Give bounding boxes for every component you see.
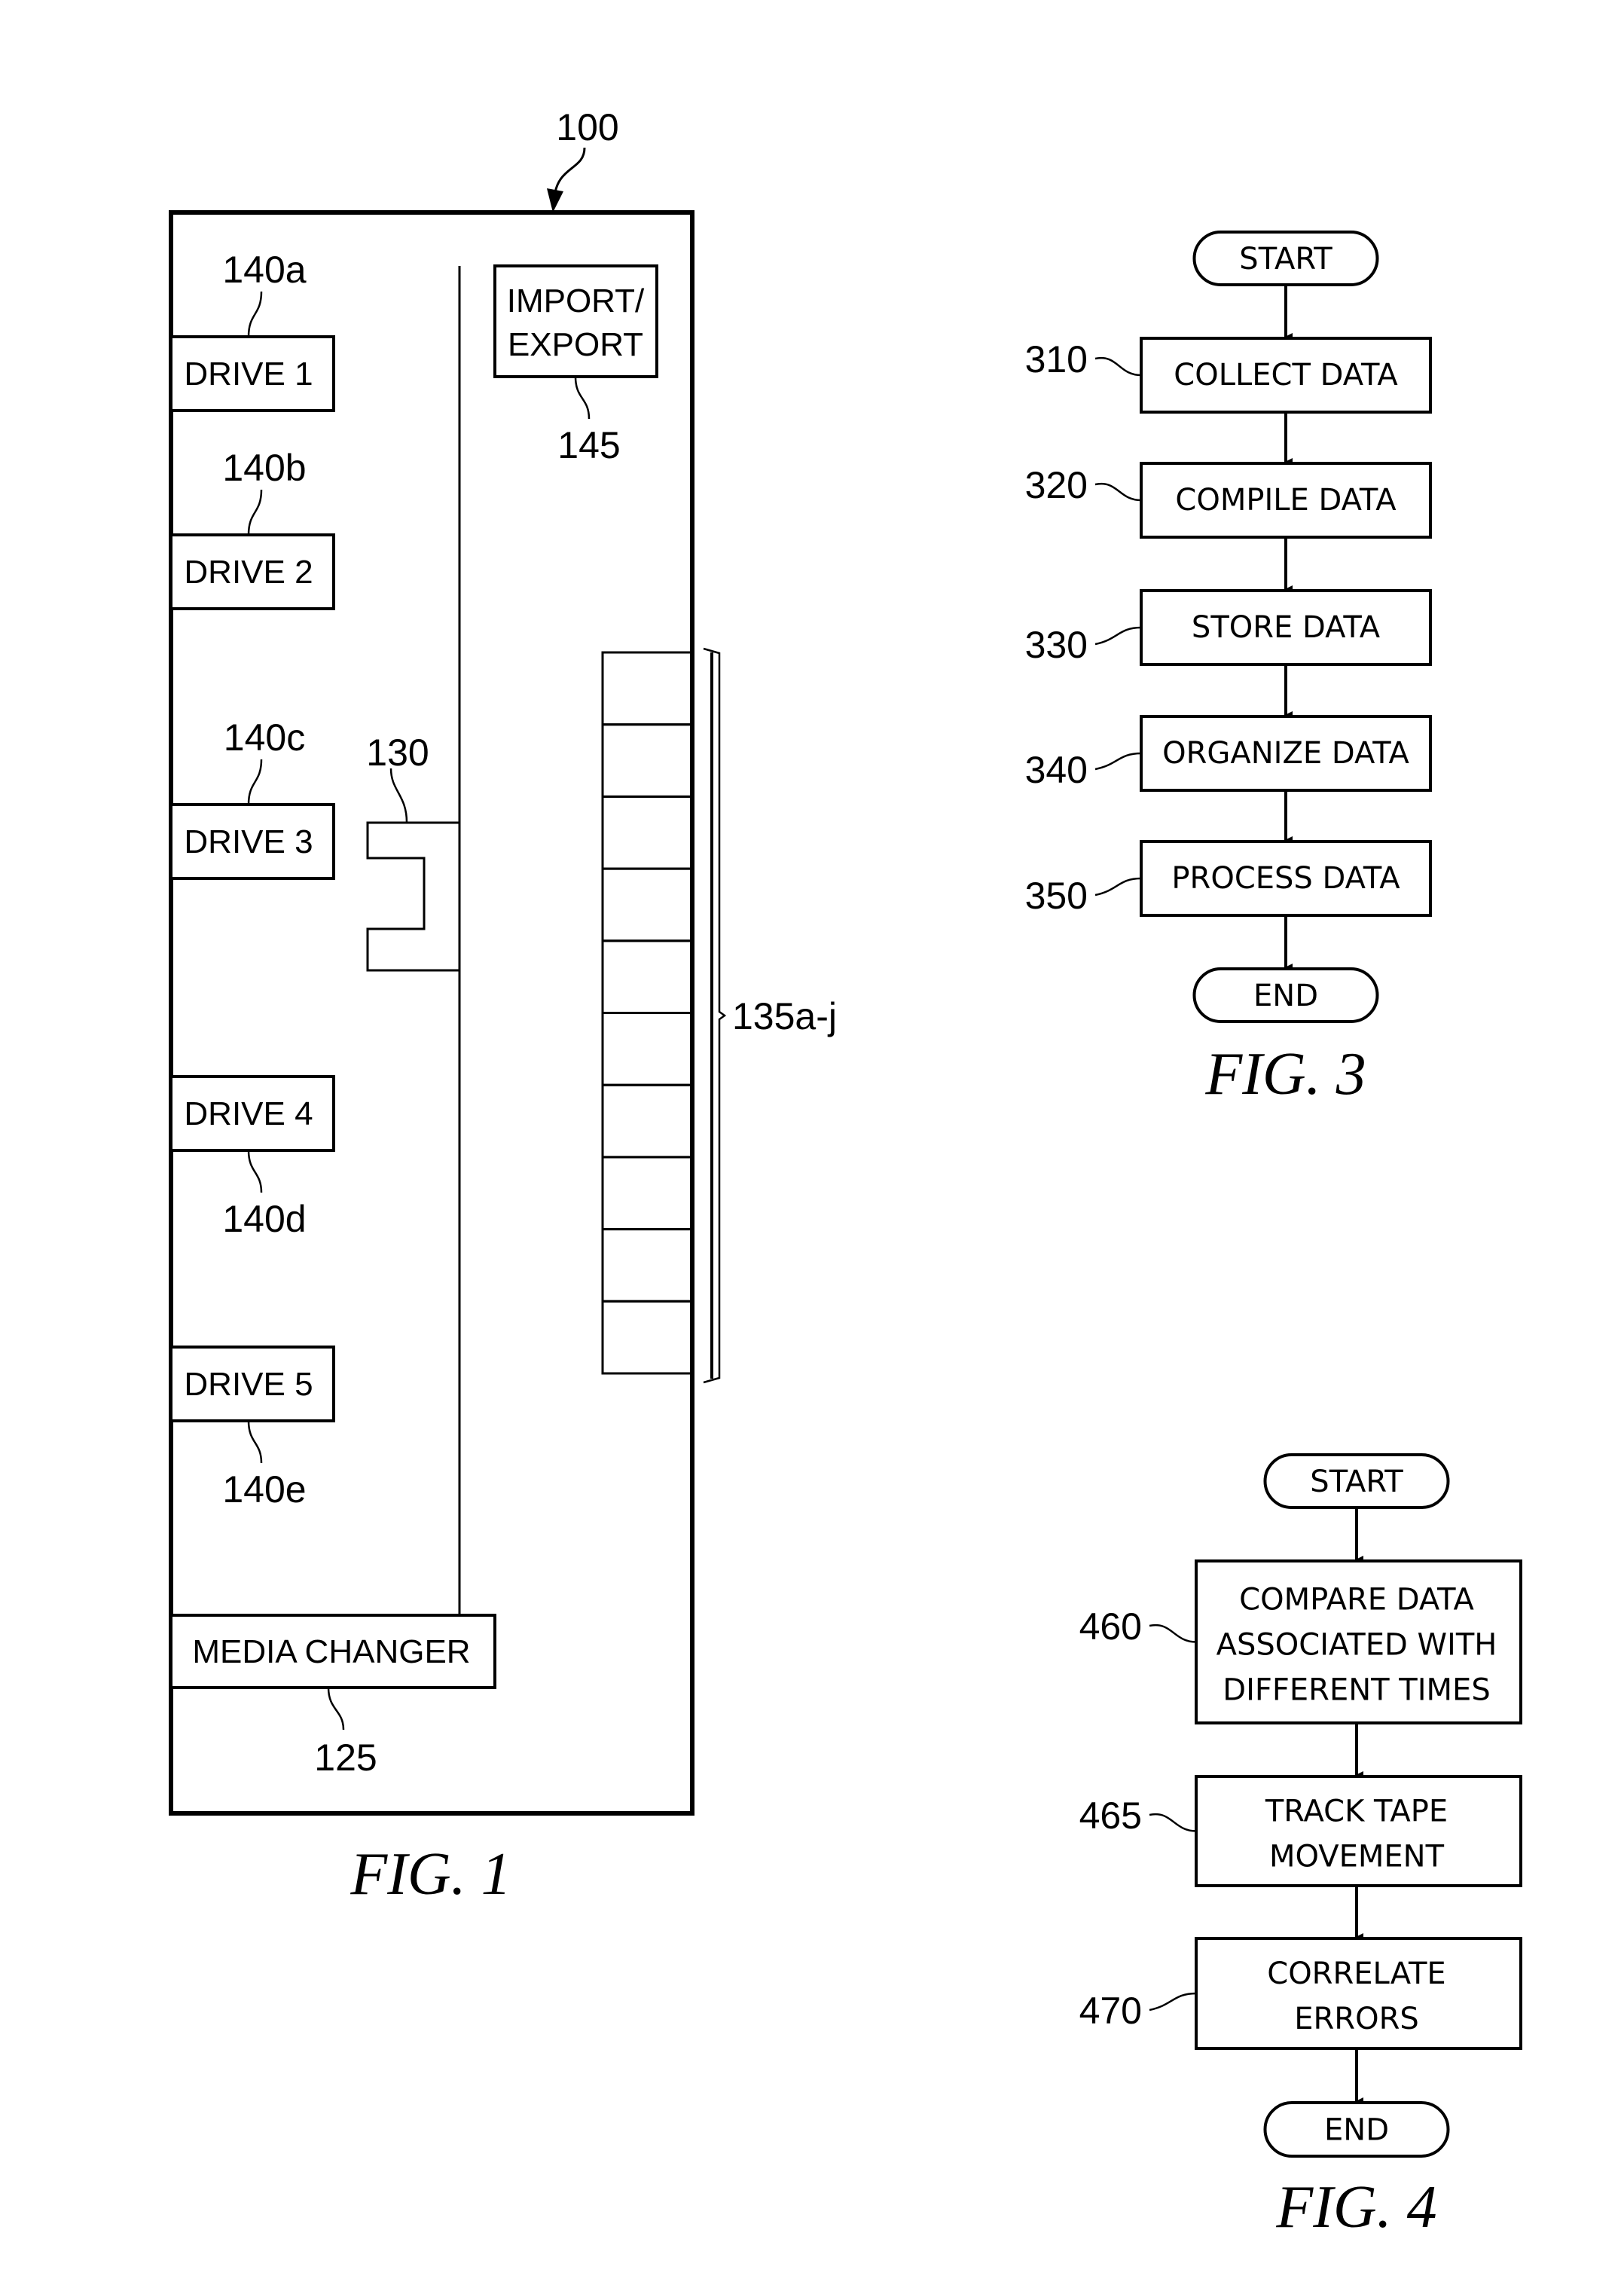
step-ref: 465 <box>1079 1795 1142 1837</box>
media-changer-label: MEDIA CHANGER <box>192 1633 470 1670</box>
step-text: ASSOCIATED WITH <box>1216 1627 1497 1662</box>
step-text: COMPARE DATA <box>1239 1582 1474 1617</box>
figure-4-caption: FIG. 4 <box>1275 2174 1436 2241</box>
step-leader <box>1094 356 1142 377</box>
flow-step-465: TRACK TAPE MOVEMENT 465 <box>1079 1775 1522 1887</box>
step-leader <box>1149 1813 1197 1832</box>
end-terminator: END <box>1263 2101 1450 2158</box>
drive-label: DRIVE 3 <box>184 823 313 860</box>
picker-ref: 130 <box>366 732 429 774</box>
step-leader <box>1094 482 1142 502</box>
step-ref: 310 <box>1025 338 1088 380</box>
drive-label: DRIVE 1 <box>184 356 313 393</box>
step-ref: 470 <box>1079 1990 1142 2032</box>
step-text: MOVEMENT <box>1269 1839 1445 1874</box>
start-terminator: START <box>1263 1453 1450 1509</box>
drive-ref: 140c <box>224 716 305 759</box>
flow-step-350: PROCESS DATA 350 <box>1025 840 1432 917</box>
import-export-label-line2: EXPORT <box>508 326 643 363</box>
drive-label: DRIVE 2 <box>184 554 313 591</box>
end-terminator-label: END <box>1253 979 1318 1013</box>
step-ref: 320 <box>1025 464 1088 506</box>
flow-step-320: COMPILE DATA 320 <box>1025 462 1432 539</box>
flow-step-330: STORE DATA 330 <box>1025 589 1432 666</box>
step-text: ERRORS <box>1294 2002 1419 2036</box>
flow-step-460: COMPARE DATA ASSOCIATED WITH DIFFERENT TIM… <box>1079 1559 1522 1724</box>
slots-bracket: 135a-j <box>703 647 837 1384</box>
step-text: STORE DATA <box>1192 610 1381 645</box>
media-changer-ref: 125 <box>314 1737 377 1779</box>
step-text: TRACK TAPE <box>1265 1794 1448 1828</box>
step-text: ORGANIZE DATA <box>1162 736 1409 771</box>
step-text: DIFFERENT TIMES <box>1223 1672 1490 1707</box>
step-leader <box>1149 1624 1197 1643</box>
step-leader <box>1094 752 1142 771</box>
step-text: COMPILE DATA <box>1175 483 1397 518</box>
step-text: CORRELATE <box>1267 1957 1445 1991</box>
drive-label: DRIVE 5 <box>184 1366 313 1403</box>
drive-ref: 140a <box>222 249 306 291</box>
start-terminator: START <box>1192 231 1379 286</box>
step-leader <box>1094 626 1142 646</box>
import-export-label-line1: IMPORT/ <box>507 283 645 319</box>
drive-ref: 140b <box>222 447 306 489</box>
end-terminator-label: END <box>1324 2113 1389 2148</box>
step-ref: 350 <box>1025 875 1088 917</box>
step-text: COLLECT DATA <box>1174 358 1398 393</box>
step-ref: 340 <box>1025 749 1088 791</box>
library-ref-arrow <box>553 147 586 198</box>
drive-label: DRIVE 4 <box>184 1095 313 1132</box>
step-ref: 330 <box>1025 624 1088 666</box>
library-ref-label: 100 <box>556 106 618 148</box>
figure-4-flowchart: START COMPARE DATA ASSOCIATED WITH DIFFEREN… <box>1079 1453 1522 2158</box>
end-terminator: END <box>1192 967 1379 1023</box>
import-export-ref: 145 <box>557 424 620 466</box>
library-ref-arrowhead <box>547 188 563 212</box>
flow-step-340: ORGANIZE DATA 340 <box>1025 715 1432 792</box>
start-terminator-label: START <box>1239 242 1332 276</box>
flow-step-470: CORRELATE ERRORS 470 <box>1079 1937 1522 2050</box>
drive-ref: 140e <box>222 1468 306 1511</box>
step-leader <box>1149 1992 1197 2011</box>
patent-drawing-sheet: 100 IMPORT/ EXPORT 145 DRIVE 1 140a DRIVE … <box>169 106 1522 2241</box>
drive-ref: 140d <box>222 1198 306 1240</box>
step-text: PROCESS DATA <box>1171 861 1400 896</box>
figure-1-tape-library: 100 IMPORT/ EXPORT 145 DRIVE 1 140a DRIVE … <box>169 106 837 1908</box>
slots-ref: 135a-j <box>732 995 837 1037</box>
figure-3-flowchart: START COLLECT DATA 310 COMPILE DATA 320 STORE… <box>1025 231 1432 1023</box>
step-leader <box>1094 877 1142 897</box>
figure-3-caption: FIG. 3 <box>1204 1041 1366 1107</box>
start-terminator-label: START <box>1310 1465 1403 1499</box>
figure-1-caption: FIG. 1 <box>350 1841 511 1908</box>
flow-step-310: COLLECT DATA 310 <box>1025 337 1432 414</box>
step-ref: 460 <box>1079 1605 1142 1648</box>
